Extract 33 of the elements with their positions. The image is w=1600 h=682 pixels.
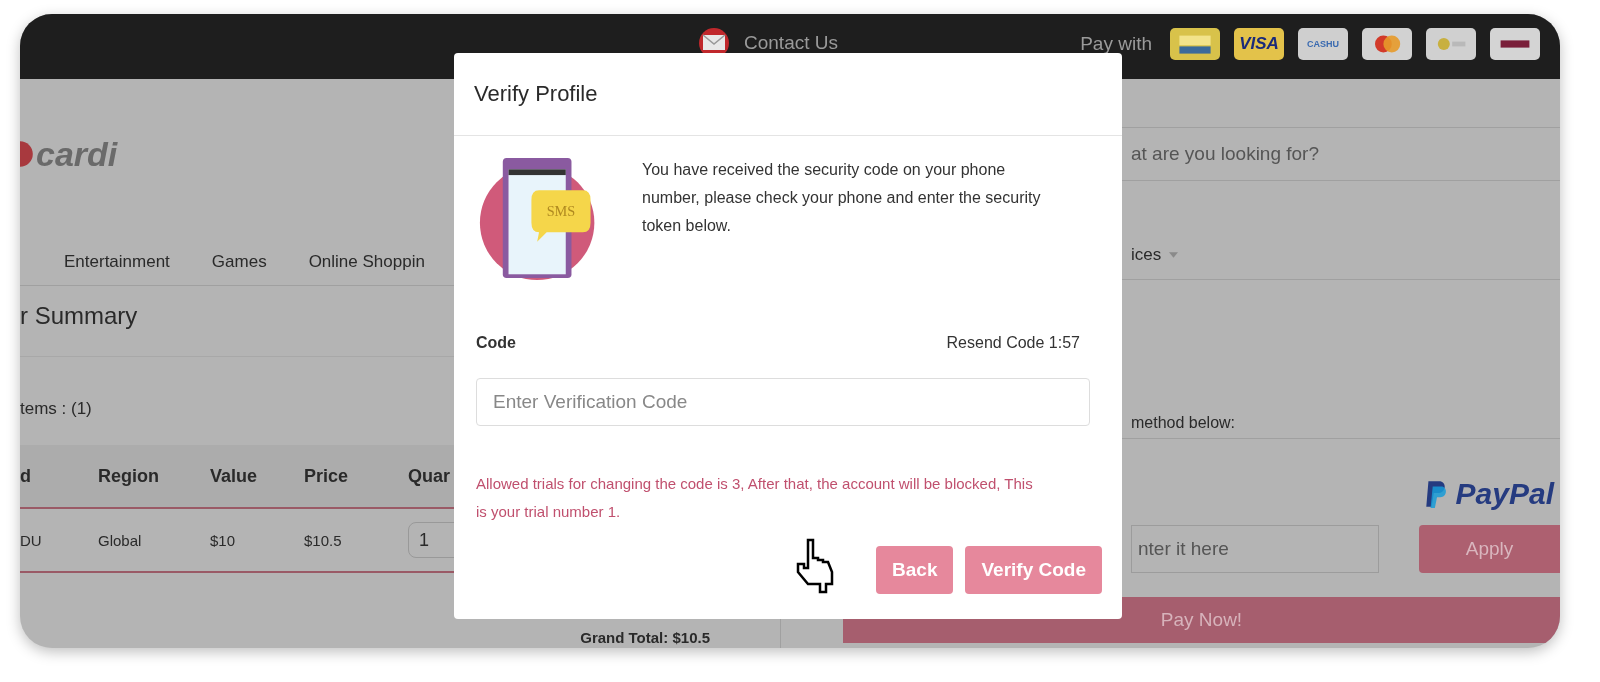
column-header: Value [210,465,259,487]
column-header: d [20,465,32,487]
sms-label: SMS [546,203,576,220]
contact-link[interactable]: Contact Us [744,32,838,54]
pay-with-label: Pay with [1080,33,1152,55]
table-cell-text: $10.5 [304,531,343,549]
payment-logo: CASHU [1298,28,1348,60]
hand-cursor-icon [794,538,835,594]
table-cell-text: $10 [210,531,237,549]
payment-logo [1362,28,1412,60]
field-label: Code [476,334,516,352]
dialog-title: Verify Profile [474,81,598,107]
column-header: Quar [408,465,450,487]
nav-link[interactable]: Entertainment [64,252,170,272]
section-title: r Summary [20,302,138,329]
table-cell-text: Global [98,531,143,549]
payment-logo [1490,28,1540,60]
column-header: Region [98,465,160,487]
table-cell-text: DU [20,531,43,549]
payment-logo [1426,28,1476,60]
payment-logo [1170,28,1220,60]
paypal-logo: PayPal [1455,477,1554,511]
grand-total: Grand Total: $10.5 [580,629,710,646]
error-message: Allowed trials for changing the code is 3, After that, the account will be blocked, This is your trial number 1. [476,474,1034,522]
nav-link[interactable]: ices [1131,245,1162,265]
column-header: Price [304,465,350,487]
coupon-field[interactable]: nter it here [1131,525,1379,573]
payment-logo: VISA [1234,28,1284,60]
nav-link[interactable]: Games [211,252,267,272]
code-input-field[interactable]: Enter Verification Code [476,378,1090,426]
resend-timer[interactable]: Resend Code 1:57 [946,334,1080,352]
item-count: tems : (1) [20,399,92,418]
nav-link[interactable]: Online Shoppin [308,252,425,272]
